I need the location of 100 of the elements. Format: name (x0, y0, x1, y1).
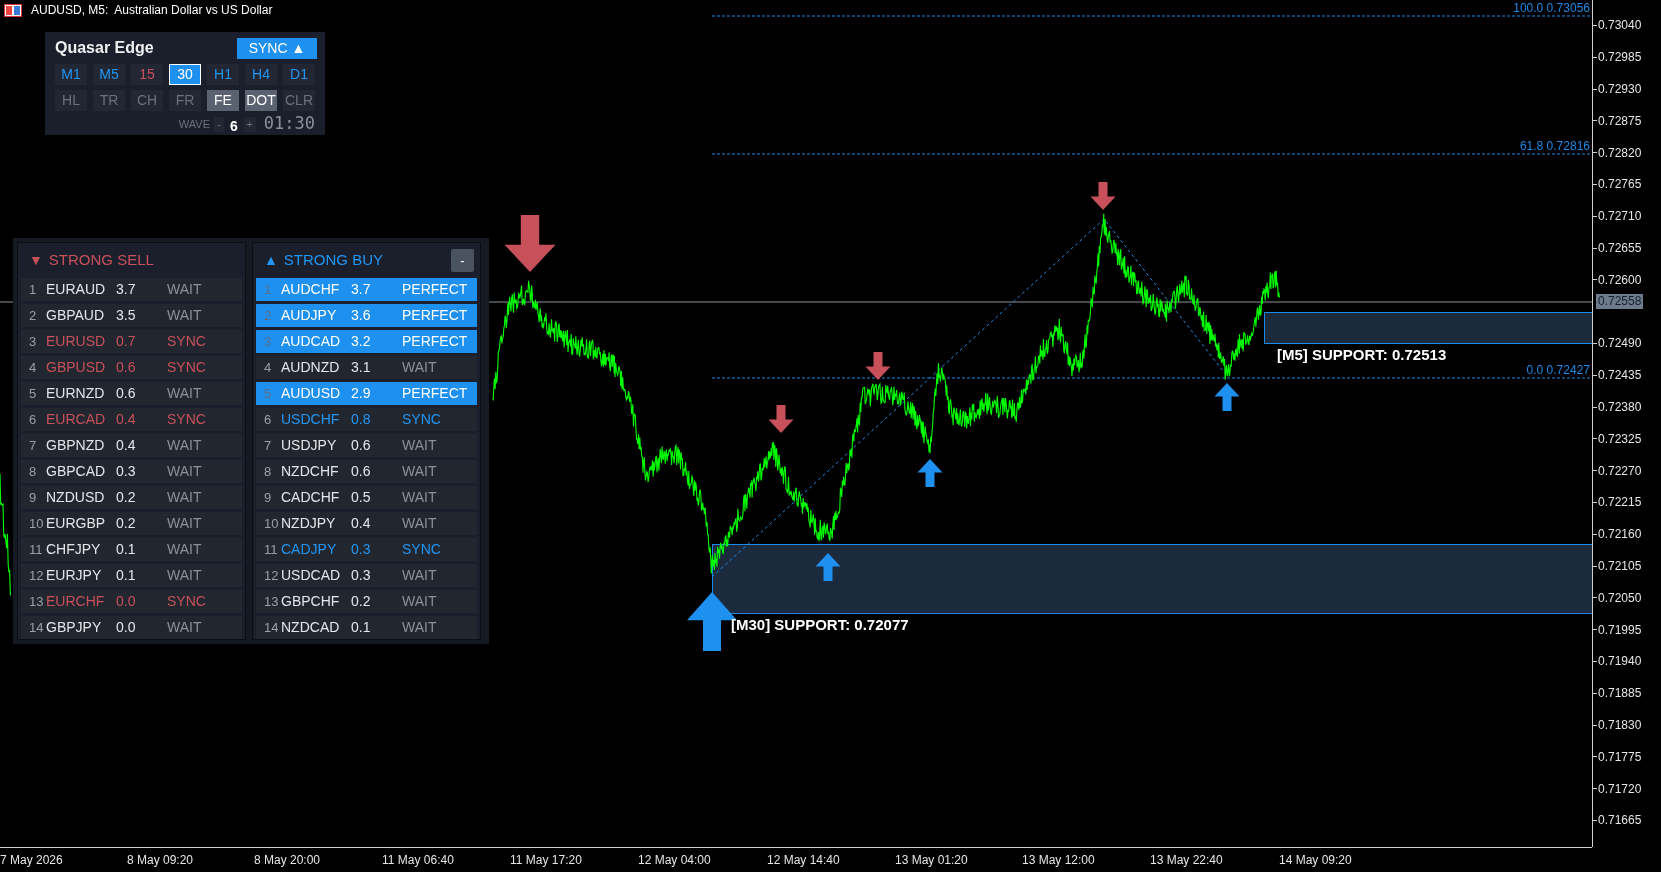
score-value: 0.1 (116, 566, 137, 585)
pair-name: NZDUSD (46, 488, 106, 507)
score-value: 0.7 (116, 332, 137, 351)
score-value: 3.2 (351, 332, 372, 351)
price-label: 0.72215 (1598, 494, 1642, 511)
score-value: 0.0 (116, 592, 137, 611)
signal-row[interactable]: 2 AUDJPY 3.6 PERFECT (256, 304, 477, 327)
signal-row[interactable]: 13 EURCHF 0.0 SYNC (21, 590, 242, 613)
timeframe-button[interactable]: M1 (55, 64, 87, 85)
score-value: 3.7 (116, 280, 137, 299)
signal-row[interactable]: 10 EURGBP 0.2 WAIT (21, 512, 242, 535)
price-label: 0.73040 (1598, 17, 1642, 34)
status-label: WAIT (167, 488, 202, 507)
pair-name: AUDCHF (281, 280, 341, 299)
score-value: 3.6 (351, 306, 372, 325)
signal-row[interactable]: 11 CADJPY 0.3 SYNC (256, 538, 477, 561)
timeframe-button[interactable]: 30 (169, 64, 201, 85)
signal-row[interactable]: 11 CHFJPY 0.1 WAIT (21, 538, 242, 561)
tool-button[interactable]: FE (207, 90, 239, 111)
time-label: 13 May 22:40 (1150, 853, 1223, 868)
timeframe-button[interactable]: D1 (283, 64, 315, 85)
signal-row[interactable]: 12 USDCAD 0.3 WAIT (256, 564, 477, 587)
price-label: 0.71720 (1598, 780, 1642, 797)
rank-number: 5 (264, 384, 273, 403)
price-label: 0.72105 (1598, 558, 1642, 574)
signal-row[interactable]: 5 EURNZD 0.6 WAIT (21, 382, 242, 405)
timeframe-button[interactable]: 15 (131, 64, 163, 85)
signal-row[interactable]: 2 GBPAUD 3.5 WAIT (21, 304, 242, 327)
sync-button[interactable]: SYNC ▲ (237, 37, 317, 59)
support-label: [M30] SUPPORT: 0.72077 (731, 616, 909, 634)
tool-button[interactable]: CLR (283, 90, 315, 111)
time-label: 12 May 04:00 (638, 853, 711, 868)
rank-number: 6 (29, 410, 38, 429)
signal-row[interactable]: 12 EURJPY 0.1 WAIT (21, 564, 242, 587)
status-label: WAIT (167, 462, 202, 481)
tool-button[interactable]: TR (93, 90, 125, 111)
tool-button[interactable]: FR (169, 90, 201, 111)
pair-name: AUDJPY (281, 306, 338, 325)
signal-row[interactable]: 6 USDCHF 0.8 SYNC (256, 408, 477, 431)
status-label: WAIT (402, 358, 437, 377)
rank-number: 6 (264, 410, 273, 429)
signal-row[interactable]: 7 GBPNZD 0.4 WAIT (21, 434, 242, 457)
decrease-button[interactable]: - (214, 116, 224, 132)
signal-row[interactable]: 4 AUDNZD 3.1 WAIT (256, 356, 477, 379)
down-arrow-icon (768, 405, 794, 433)
rank-number: 9 (29, 488, 38, 507)
price-label: 0.72875 (1598, 112, 1642, 129)
signal-row[interactable]: 4 GBPUSD 0.6 SYNC (21, 356, 242, 379)
collapse-button[interactable]: - (451, 249, 474, 272)
rank-number: 13 (264, 592, 280, 611)
rank-number: 8 (264, 462, 273, 481)
score-value: 0.6 (351, 462, 372, 481)
signal-row[interactable]: 9 NZDUSD 0.2 WAIT (21, 486, 242, 509)
signal-row[interactable]: 5 AUDUSD 2.9 PERFECT (256, 382, 477, 405)
signal-row[interactable]: 6 EURCAD 0.4 SYNC (21, 408, 242, 431)
pair-name: AUDNZD (281, 358, 341, 377)
signal-row[interactable]: 1 EURAUD 3.7 WAIT (21, 278, 242, 301)
wave-label: WAVE (178, 116, 210, 132)
signal-row[interactable]: 7 USDJPY 0.6 WAIT (256, 434, 477, 457)
price-label: 0.72160 (1598, 526, 1642, 543)
triangle-icon: ▼ (29, 250, 43, 271)
pair-name: GBPCAD (46, 462, 107, 481)
rank-number: 10 (264, 514, 280, 533)
timeframe-button[interactable]: H4 (245, 64, 277, 85)
status-label: WAIT (167, 540, 202, 559)
signal-row[interactable]: 8 GBPCAD 0.3 WAIT (21, 460, 242, 483)
price-label: 0.72325 (1598, 430, 1642, 447)
triangle-icon: ▲ (264, 250, 278, 271)
time-label: 13 May 01:20 (895, 853, 968, 868)
status-label: SYNC (167, 592, 206, 611)
signal-row[interactable]: 10 NZDJPY 0.4 WAIT (256, 512, 477, 535)
signal-row[interactable]: 14 GBPJPY 0.0 WAIT (21, 616, 242, 639)
pair-name: USDJPY (281, 436, 338, 455)
pair-name: EURCAD (46, 410, 107, 429)
timeframe-button[interactable]: H1 (207, 64, 239, 85)
signal-row[interactable]: 3 EURUSD 0.7 SYNC (21, 330, 242, 353)
status-label: WAIT (402, 488, 437, 507)
price-label: 0.72820 (1598, 144, 1642, 161)
rank-number: 10 (29, 514, 45, 533)
tool-button[interactable]: CH (131, 90, 163, 111)
signal-row[interactable]: 14 NZDCAD 0.1 WAIT (256, 616, 477, 639)
status-label: WAIT (167, 618, 202, 637)
increase-button[interactable]: + (243, 116, 256, 132)
signal-row[interactable]: 3 AUDCAD 3.2 PERFECT (256, 330, 477, 353)
rank-number: 4 (29, 358, 38, 377)
tool-button[interactable]: DOT (245, 90, 277, 111)
tool-button[interactable]: HL (55, 90, 87, 111)
support-label: [M5] SUPPORT: 0.72513 (1277, 346, 1447, 364)
rank-number: 12 (29, 566, 45, 585)
signal-row[interactable]: 1 AUDCHF 3.7 PERFECT (256, 278, 477, 301)
signal-row[interactable]: 8 NZDCHF 0.6 WAIT (256, 460, 477, 483)
time-label: 8 May 20:00 (254, 853, 321, 868)
rank-number: 12 (264, 566, 280, 585)
signal-row[interactable]: 13 GBPCHF 0.2 WAIT (256, 590, 477, 613)
signal-row[interactable]: 9 CADCHF 0.5 WAIT (256, 486, 477, 509)
price-label: 0.72765 (1598, 176, 1642, 193)
pair-name: GBPCHF (281, 592, 341, 611)
score-value: 0.2 (116, 488, 137, 507)
time-label: 7 May 2026 (0, 853, 63, 868)
timeframe-button[interactable]: M5 (93, 64, 125, 85)
